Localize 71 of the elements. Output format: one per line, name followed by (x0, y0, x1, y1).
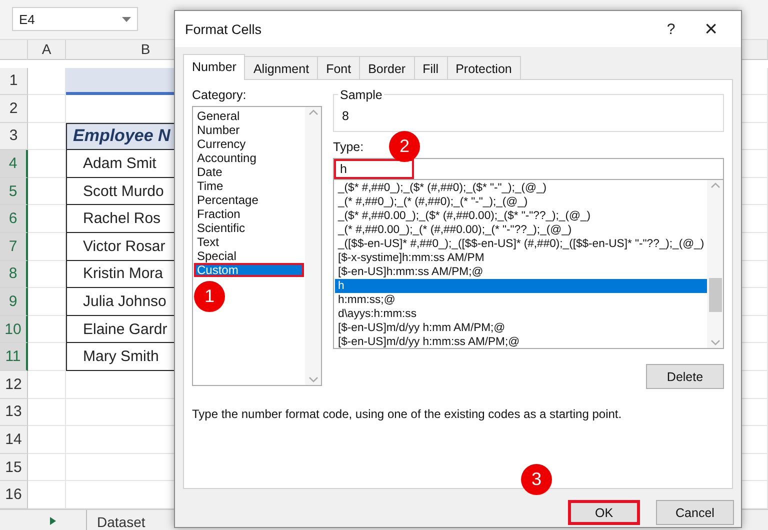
category-item[interactable]: Custom (194, 263, 304, 277)
format-item[interactable]: _($* #,##0.00_);_($* (#,##0.00);_($* "-"??_);_(@_) (335, 209, 707, 223)
tab[interactable]: Number (183, 54, 246, 80)
category-item[interactable]: General (194, 109, 304, 123)
sample-value: 8 (342, 109, 349, 123)
row-header[interactable]: 14 (0, 426, 28, 454)
format-item[interactable]: h:mm:ss;@ (335, 293, 707, 307)
scroll-up-icon (710, 182, 720, 188)
format-item[interactable]: _($* #,##0_);_($* (#,##0);_($* "-"_);_(@_) (335, 181, 707, 195)
spreadsheet-cell[interactable] (28, 288, 66, 316)
spreadsheet-cell[interactable] (28, 95, 66, 123)
row-header[interactable]: 5 (0, 178, 28, 206)
row-header[interactable]: 15 (0, 454, 28, 482)
close-button[interactable]: × (691, 16, 731, 42)
spreadsheet-cell[interactable] (28, 150, 66, 178)
help-button[interactable]: ? (651, 20, 691, 38)
row-header[interactable]: 7 (0, 233, 28, 261)
name-box[interactable]: E4 (12, 7, 138, 32)
spreadsheet-cell[interactable] (28, 260, 66, 288)
scrollbar[interactable] (305, 107, 321, 385)
format-item[interactable]: [$-x-systime]h:mm:ss AM/PM (335, 251, 707, 265)
tab[interactable]: Protection (446, 56, 521, 80)
category-label: Category: (192, 88, 246, 102)
format-item[interactable]: h (335, 279, 707, 293)
format-item[interactable]: [$-en-US]h:mm:ss AM/PM;@ (335, 265, 707, 279)
spreadsheet-cell[interactable] (28, 371, 66, 399)
description-text: Type the number format code, using one of the existing codes as a starting point. (192, 407, 623, 421)
scroll-down-icon (308, 377, 318, 383)
format-list[interactable] (333, 180, 724, 349)
spreadsheet-cell[interactable] (28, 398, 66, 426)
dialog-title: Format Cells (185, 22, 263, 36)
row-header[interactable]: 6 (0, 205, 28, 234)
row-header[interactable]: 8 (0, 260, 28, 288)
spreadsheet-cell[interactable] (28, 426, 66, 454)
delete-button[interactable]: Delete (646, 364, 724, 389)
row-header[interactable]: 16 (0, 481, 28, 509)
row-header[interactable]: 1 (0, 68, 28, 96)
row-header[interactable]: 3 (0, 122, 28, 150)
row-header[interactable]: 13 (0, 398, 28, 426)
ok-button[interactable]: OK (568, 500, 640, 525)
dropdown-icon (122, 16, 131, 22)
spreadsheet-cell[interactable] (28, 454, 66, 482)
format-item[interactable]: _(* #,##0_);_(* (#,##0);_(* "-"_);_(@_) (335, 195, 707, 209)
spreadsheet-cell[interactable] (28, 178, 66, 206)
format-item[interactable]: _(* #,##0.00_);_(* (#,##0.00);_(* "-"??_);_(@_) (335, 223, 707, 237)
select-all-corner[interactable] (0, 40, 28, 60)
row-header[interactable]: 2 (0, 95, 28, 123)
row-header[interactable]: 11 (0, 343, 28, 372)
sheet-tab[interactable]: Dataset (86, 510, 156, 530)
format-item[interactable]: _([$$-en-US]* #,##0_);_([$$-en-US]* (#,##0);_([$$-en-US]* "-"??_);_(@_) (335, 237, 707, 251)
spreadsheet-cell[interactable] (28, 316, 66, 344)
sample-label: Sample (338, 88, 384, 102)
type-label: Type: (333, 140, 364, 154)
spreadsheet-cell[interactable] (28, 343, 66, 372)
scrollbar-thumb[interactable] (708, 278, 722, 312)
spreadsheet-cell[interactable] (28, 233, 66, 261)
row-header[interactable]: 12 (0, 371, 28, 399)
row-header[interactable]: 10 (0, 316, 28, 344)
format-item[interactable]: [$-en-US]m/d/yy h:mm AM/PM;@ (335, 321, 707, 335)
row-header[interactable]: 4 (0, 150, 28, 178)
row-header[interactable]: 9 (0, 288, 28, 316)
column-header[interactable]: A (28, 40, 66, 60)
spreadsheet-cell[interactable] (28, 205, 66, 234)
scroll-right-icon[interactable] (50, 517, 56, 525)
scroll-up-icon (308, 109, 318, 115)
cancel-button[interactable]: Cancel (656, 500, 734, 525)
type-field[interactable]: h (333, 158, 724, 180)
scroll-down-icon (710, 340, 720, 346)
format-item[interactable]: d\ayys:h:mm:ss (335, 307, 707, 321)
format-item[interactable]: [$-en-US]m/d/yy h:mm:ss AM/PM;@ (335, 335, 707, 348)
scrollbar[interactable] (707, 180, 723, 348)
